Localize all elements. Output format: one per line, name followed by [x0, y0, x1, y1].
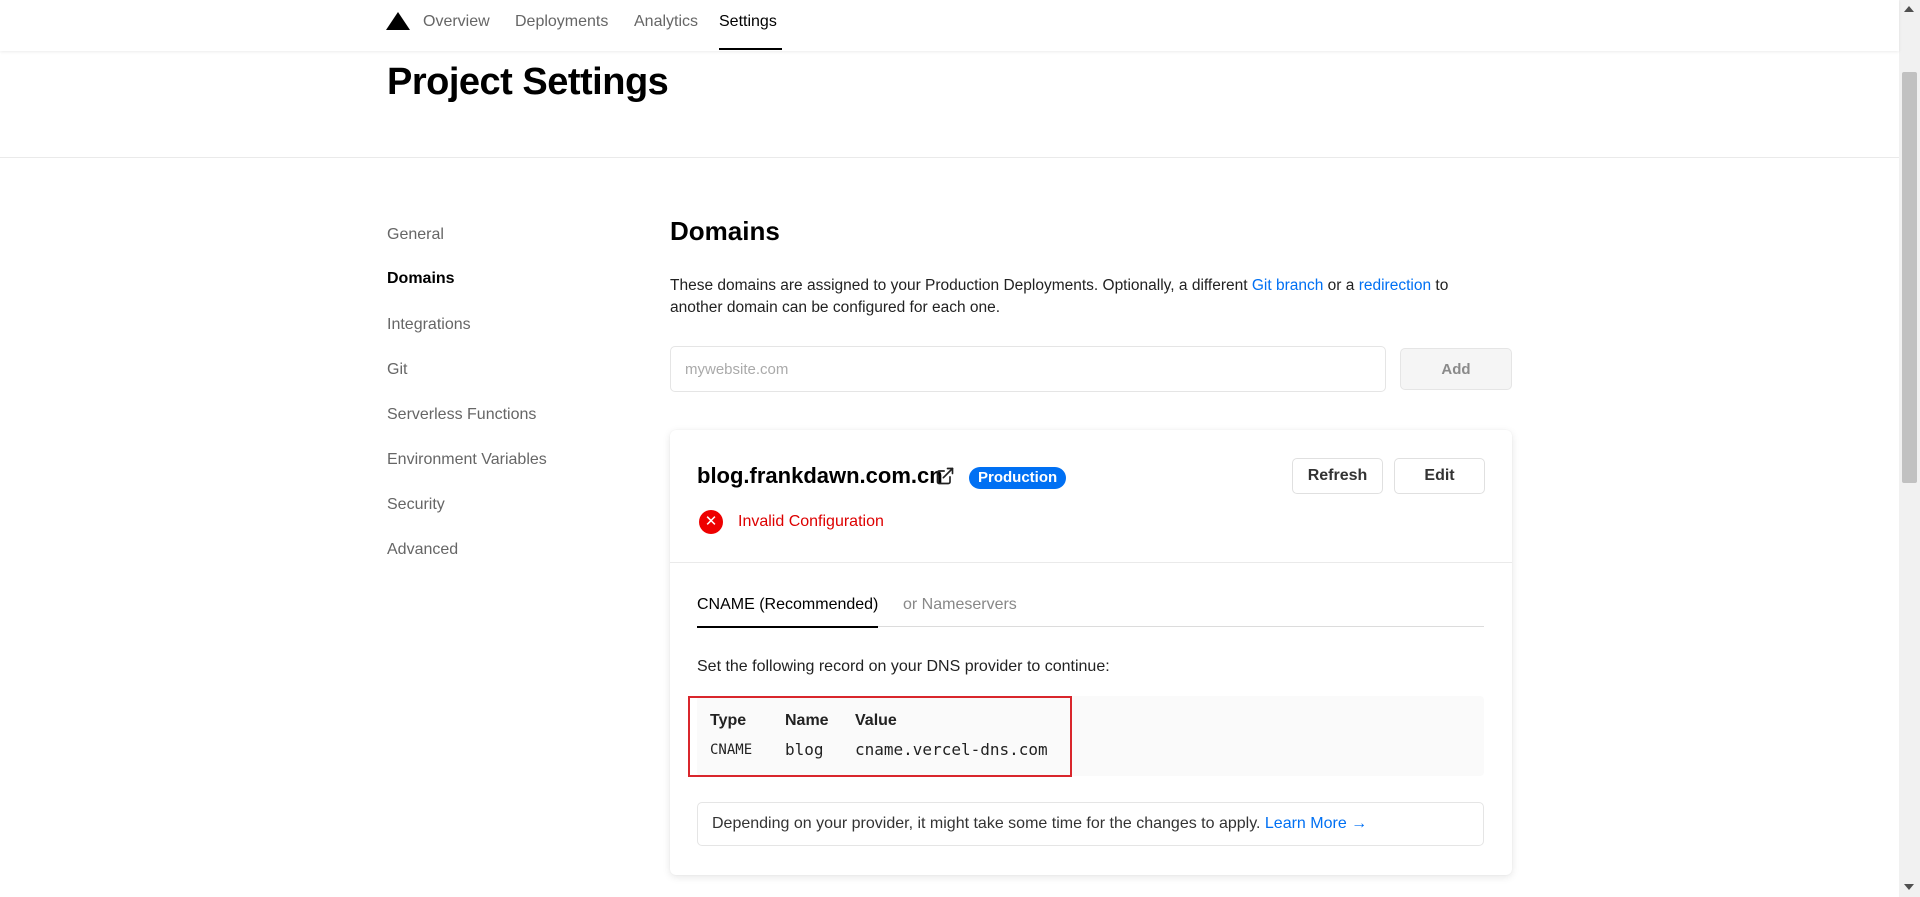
- domain-card: blog.frankdawn.com.cn Production Refresh…: [670, 430, 1512, 875]
- redirection-link[interactable]: redirection: [1359, 277, 1431, 294]
- sidebar-item-general[interactable]: General: [387, 226, 444, 244]
- dns-instruction: Set the following record on your DNS pro…: [697, 658, 1110, 675]
- domain-input[interactable]: [670, 346, 1386, 392]
- add-domain-button[interactable]: Add: [1400, 348, 1512, 390]
- description-text: These domains are assigned to your Produ…: [670, 277, 1252, 294]
- note-text: Depending on your provider, it might tak…: [712, 815, 1261, 832]
- domains-description: These domains are assigned to your Produ…: [670, 275, 1490, 319]
- learn-more-link[interactable]: Learn More →: [1265, 815, 1367, 832]
- section-title: Domains: [670, 216, 780, 246]
- scrollbar[interactable]: [1899, 0, 1920, 897]
- propagation-note: Depending on your provider, it might tak…: [697, 802, 1484, 846]
- card-divider: [670, 562, 1512, 563]
- sidebar-item-git[interactable]: Git: [387, 361, 407, 379]
- vercel-logo-icon[interactable]: [386, 12, 410, 30]
- sidebar-item-environment-variables[interactable]: Environment Variables: [387, 451, 547, 469]
- error-x-icon: ✕: [699, 510, 723, 534]
- refresh-button[interactable]: Refresh: [1292, 458, 1383, 494]
- record-name: blog: [785, 740, 824, 759]
- scroll-down-arrow-icon[interactable]: [1904, 884, 1914, 890]
- scroll-up-arrow-icon[interactable]: [1904, 6, 1914, 12]
- sidebar-item-advanced[interactable]: Advanced: [387, 541, 458, 559]
- record-type: CNAME: [710, 742, 753, 758]
- page-header: Project Settings: [0, 51, 1899, 158]
- production-badge: Production: [969, 467, 1067, 489]
- top-nav: Overview Deployments Analytics Settings: [0, 0, 1899, 51]
- dns-tabs: CNAME (Recommended) or Nameservers: [697, 596, 1484, 628]
- record-header-type: Type: [710, 712, 747, 729]
- git-branch-link[interactable]: Git branch: [1252, 277, 1324, 294]
- sidebar-item-domains[interactable]: Domains: [387, 270, 455, 288]
- external-link-icon[interactable]: [935, 466, 955, 491]
- record-highlight-frame: [688, 696, 1072, 777]
- scroll-thumb[interactable]: [1902, 72, 1917, 483]
- tab-settings[interactable]: Settings: [719, 0, 782, 51]
- dns-record-box: Type Name Value CNAME blog cname.vercel-…: [688, 696, 1484, 777]
- record-value: cname.vercel-dns.com: [855, 740, 1048, 759]
- sidebar-item-serverless-functions[interactable]: Serverless Functions: [387, 406, 536, 424]
- domain-name: blog.frankdawn.com.cn: [697, 463, 943, 488]
- tab-nameservers[interactable]: or Nameservers: [903, 596, 1017, 627]
- tab-overview[interactable]: Overview: [423, 0, 490, 51]
- sidebar-item-integrations[interactable]: Integrations: [387, 316, 471, 334]
- tab-analytics[interactable]: Analytics: [634, 0, 698, 51]
- tab-deployments[interactable]: Deployments: [515, 0, 608, 51]
- edit-button[interactable]: Edit: [1394, 458, 1485, 494]
- record-header-value: Value: [855, 712, 897, 729]
- page-title: Project Settings: [387, 61, 669, 103]
- record-header-name: Name: [785, 712, 829, 729]
- tab-cname[interactable]: CNAME (Recommended): [697, 596, 879, 628]
- sidebar-item-security[interactable]: Security: [387, 496, 445, 514]
- description-text: or a: [1323, 277, 1359, 294]
- status-invalid-configuration: Invalid Configuration: [738, 513, 884, 530]
